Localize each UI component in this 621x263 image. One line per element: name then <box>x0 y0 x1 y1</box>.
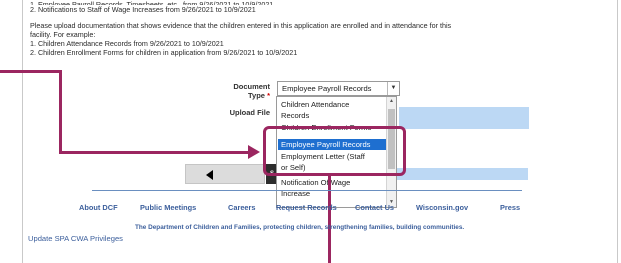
instructions-paragraph-line-1: Please upload documentation that shows e… <box>30 21 452 30</box>
document-type-label-text: Type <box>248 91 265 100</box>
upload-file-field[interactable] <box>399 107 529 129</box>
footer-link-about-dcf[interactable]: About DCF <box>79 203 118 212</box>
document-type-label-line-1: Document <box>233 82 270 91</box>
document-type-label-line-2: Type * <box>210 91 270 100</box>
footer-link-press[interactable]: Press <box>500 203 520 212</box>
example-item-2: 2. Children Enrollment Forms for childre… <box>30 48 298 57</box>
annotation-highlight-box <box>263 126 406 176</box>
footer-link-public-meetings[interactable]: Public Meetings <box>140 203 196 212</box>
previous-button[interactable] <box>185 164 265 184</box>
option-text-line: Children Attendance <box>281 100 350 109</box>
footer-tagline: The Department of Children and Families,… <box>135 224 465 231</box>
scroll-up-icon[interactable]: ▲ <box>387 97 396 106</box>
option-notification-of-wage-increase[interactable]: Notification Of Wage Increase <box>278 177 386 199</box>
annotation-arrow-icon <box>248 145 260 159</box>
footer-link-wisconsin-gov[interactable]: Wisconsin.gov <box>416 203 468 212</box>
dropdown-arrow-icon[interactable]: ▼ <box>387 82 399 95</box>
footer-divider <box>92 190 522 191</box>
annotation-line-vertical <box>59 70 62 154</box>
footer-link-contact-us[interactable]: Contact Us <box>355 203 394 212</box>
annotation-line-top <box>0 70 62 73</box>
document-type-selected-value: Employee Payroll Records <box>282 84 372 93</box>
option-text-line: Notification Of Wage <box>281 178 351 187</box>
instruction-item-2: 2. Notifications to Staff of Wage Increa… <box>30 5 256 14</box>
annotation-line-horizontal <box>59 151 249 154</box>
document-type-select[interactable]: Employee Payroll Records ▼ <box>277 81 400 96</box>
instructions-paragraph-line-2: facility. For example: <box>30 30 96 39</box>
required-marker: * <box>267 91 270 100</box>
update-spa-cwa-privileges-link[interactable]: Update SPA CWA Privileges <box>28 234 123 243</box>
previous-arrow-icon <box>206 170 213 180</box>
page: 1. Employee Payroll Records, Timesheets,… <box>0 0 621 263</box>
footer-link-careers[interactable]: Careers <box>228 203 256 212</box>
option-children-attendance-records[interactable]: Children Attendance Records <box>278 99 386 121</box>
option-text-line: Records <box>281 111 310 120</box>
footer-link-request-records[interactable]: Request Records <box>276 203 337 212</box>
document-type-label: Document Type * <box>210 82 270 100</box>
upload-file-label: Upload File <box>229 108 270 117</box>
example-item-1: 1. Children Attendance Records from 9/26… <box>30 39 224 48</box>
